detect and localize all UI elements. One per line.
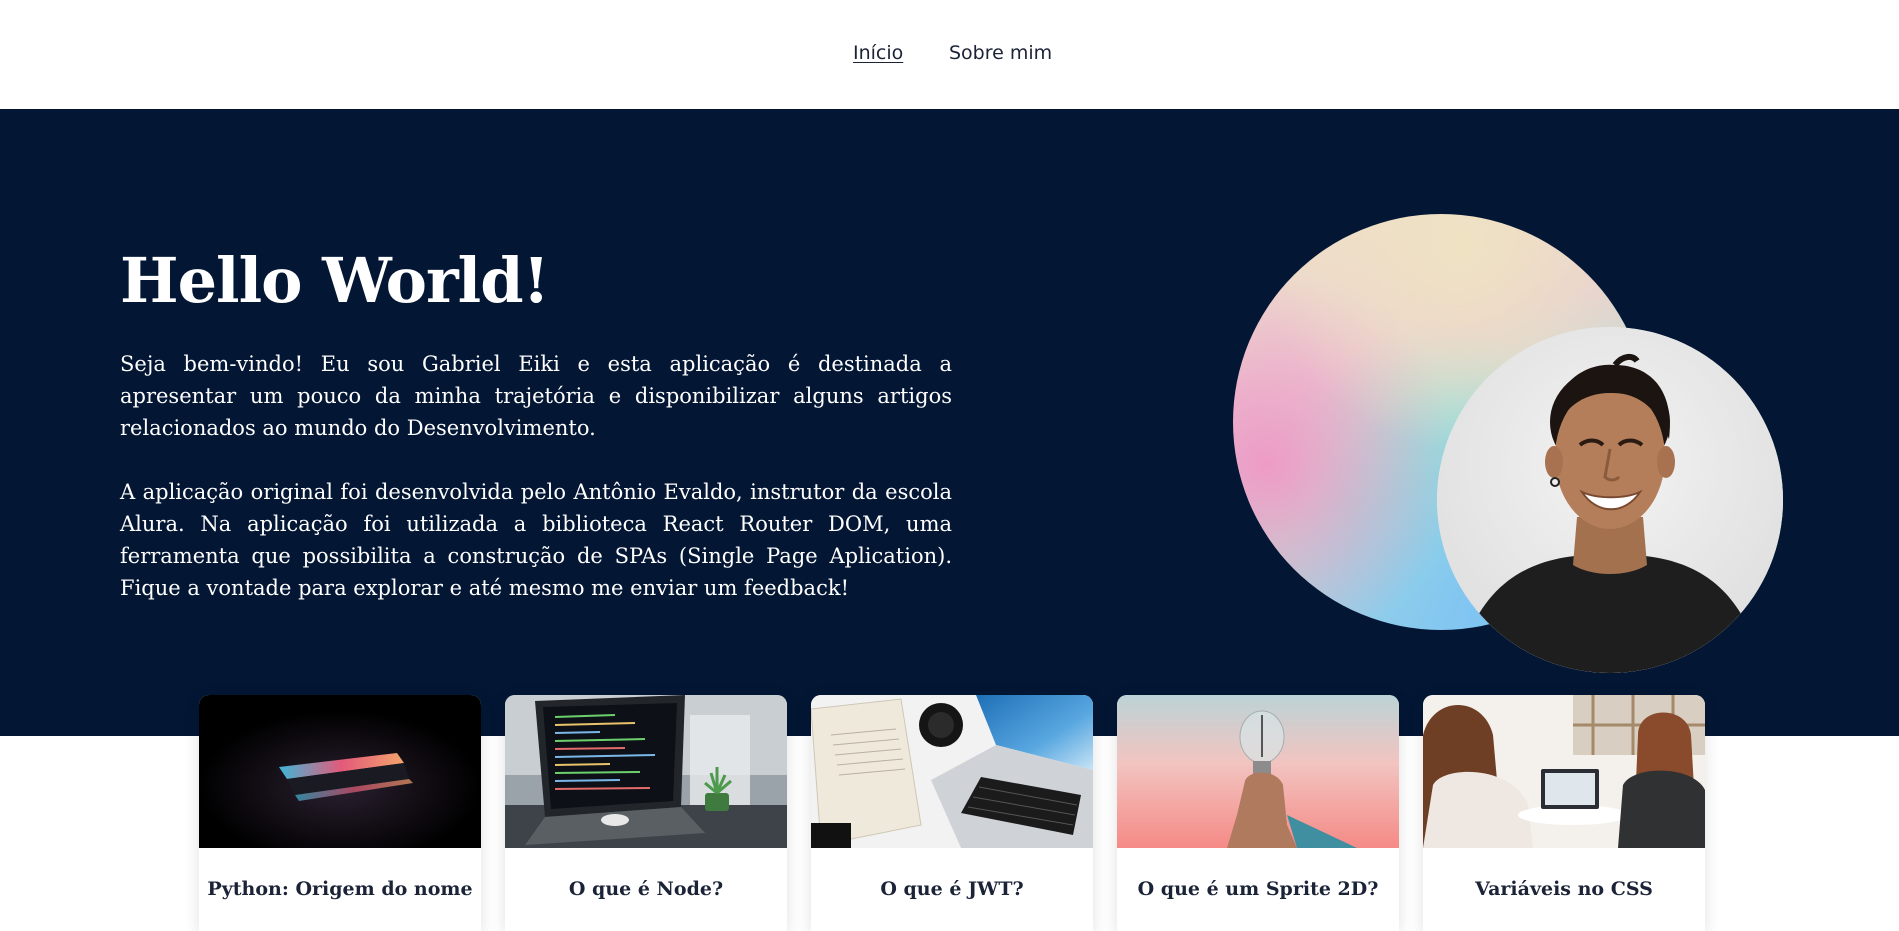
hero-title: Hello World! — [120, 244, 550, 317]
hero-banner: Hello World! Seja bem-vindo! Eu sou Gabr… — [0, 109, 1899, 736]
post-title: O que é Node? — [568, 878, 724, 900]
post-image — [199, 695, 481, 848]
hand-lightbulb-icon — [1117, 695, 1399, 848]
post-image — [505, 695, 787, 848]
post-card[interactable]: O que é um Sprite 2D? — [1117, 695, 1399, 931]
hero-intro-paragraph: Seja bem-vindo! Eu sou Gabriel Eiki e es… — [120, 352, 952, 440]
post-image — [1117, 695, 1399, 848]
two-women-laptop-icon — [1423, 695, 1705, 848]
nav-link-sobre-mim[interactable]: Sobre mim — [949, 40, 1052, 66]
post-card[interactable]: O que é JWT? — [811, 695, 1093, 931]
nav-link-inicio[interactable]: Início — [853, 40, 903, 66]
laptop-dark-neon-icon — [199, 695, 481, 848]
profile-photo-icon — [1437, 327, 1783, 673]
avatar — [1437, 327, 1783, 673]
post-image — [811, 695, 1093, 848]
post-card[interactable]: Python: Origem do nome — [199, 695, 481, 931]
laptop-book-camera-icon — [811, 695, 1093, 848]
top-navigation: Início Sobre mim — [0, 0, 1899, 109]
hero-about-paragraph: A aplicação original foi desenvolvida pe… — [120, 480, 952, 600]
post-title: O que é um Sprite 2D? — [1137, 878, 1379, 900]
laptop-code-desk-icon — [505, 695, 787, 848]
post-title: Variáveis no CSS — [1475, 878, 1653, 900]
post-image — [1423, 695, 1705, 848]
post-card[interactable]: O que é Node? — [505, 695, 787, 931]
post-title: Python: Origem do nome — [207, 878, 473, 900]
post-card[interactable]: Variáveis no CSS — [1423, 695, 1705, 931]
post-title: O que é JWT? — [880, 878, 1024, 900]
